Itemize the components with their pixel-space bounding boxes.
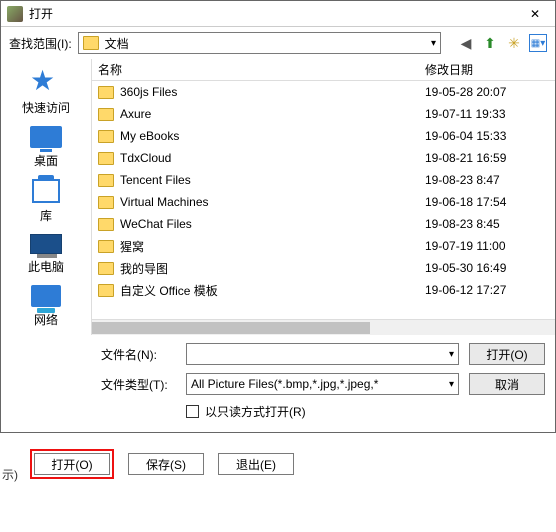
filename-field[interactable]: ▾ — [186, 343, 459, 365]
file-date: 19-08-21 16:59 — [425, 151, 555, 165]
filename-input[interactable] — [191, 347, 449, 361]
place-network[interactable]: 网络 — [10, 285, 82, 328]
folder-icon — [98, 130, 114, 143]
file-date: 19-07-19 11:00 — [425, 239, 555, 253]
file-name: My eBooks — [120, 129, 425, 143]
list-item[interactable]: 360js Files19-05-28 20:07 — [92, 81, 555, 103]
cancel-button[interactable]: 取消 — [469, 373, 545, 395]
folder-icon — [98, 152, 114, 165]
new-folder-icon[interactable]: ✳ — [505, 34, 523, 52]
list-item[interactable]: Virtual Machines19-06-18 17:54 — [92, 191, 555, 213]
file-date: 19-07-11 19:33 — [425, 107, 555, 121]
close-icon: ✕ — [530, 7, 540, 21]
folder-icon — [98, 218, 114, 231]
network-icon — [31, 285, 61, 307]
list-item[interactable]: TdxCloud19-08-21 16:59 — [92, 147, 555, 169]
list-item[interactable]: 我的导图19-05-30 16:49 — [92, 257, 555, 279]
file-name: TdxCloud — [120, 151, 425, 165]
library-icon — [32, 179, 60, 203]
up-icon[interactable]: ⬆ — [481, 34, 499, 52]
open-dialog: 打开 ✕ 查找范围(I): 文档 ▾ ◀ ⬆ ✳ ▦▾ ★ 快速访问 桌面 — [0, 0, 556, 433]
file-date: 19-05-28 20:07 — [425, 85, 555, 99]
file-name: Tencent Files — [120, 173, 425, 187]
list-item[interactable]: 猩窝19-07-19 11:00 — [92, 235, 555, 257]
file-date: 19-05-30 16:49 — [425, 261, 555, 275]
file-name: WeChat Files — [120, 217, 425, 231]
parent-window-toolbar: 打开(O) 保存(S) 退出(E) 示) — [0, 433, 556, 489]
back-icon[interactable]: ◀ — [457, 34, 475, 52]
filename-label: 文件名(N): — [101, 346, 176, 363]
place-this-pc[interactable]: 此电脑 — [10, 234, 82, 275]
chevron-down-icon: ▾ — [431, 38, 436, 49]
desktop-icon — [30, 126, 62, 148]
file-listing: 名称 修改日期 360js Files19-05-28 20:07Axure19… — [91, 59, 555, 335]
file-list[interactable]: 360js Files19-05-28 20:07Axure19-07-11 1… — [92, 81, 555, 319]
open-button-parent[interactable]: 打开(O) — [34, 453, 110, 475]
readonly-checkbox[interactable] — [186, 405, 199, 418]
chevron-down-icon[interactable]: ▾ — [449, 349, 454, 360]
folder-icon — [98, 262, 114, 275]
exit-button[interactable]: 退出(E) — [218, 453, 294, 475]
filetype-value: All Picture Files(*.bmp,*.jpg,*.jpeg,* — [191, 377, 378, 391]
open-button[interactable]: 打开(O) — [469, 343, 545, 365]
column-name[interactable]: 名称 — [98, 61, 425, 78]
scrollbar-thumb[interactable] — [92, 322, 370, 334]
bottom-controls: 文件名(N): ▾ 打开(O) 文件类型(T): All Picture Fil… — [1, 335, 555, 432]
place-desktop[interactable]: 桌面 — [10, 126, 82, 169]
app-icon — [7, 6, 23, 22]
file-name: 自定义 Office 模板 — [120, 282, 425, 299]
readonly-label: 以只读方式打开(R) — [205, 403, 306, 420]
hint-text: 示) — [2, 466, 18, 483]
toolbar: 查找范围(I): 文档 ▾ ◀ ⬆ ✳ ▦▾ — [1, 27, 555, 59]
filetype-label: 文件类型(T): — [101, 376, 176, 393]
file-name: Virtual Machines — [120, 195, 425, 209]
file-date: 19-06-04 15:33 — [425, 129, 555, 143]
save-button[interactable]: 保存(S) — [128, 453, 204, 475]
close-button[interactable]: ✕ — [515, 1, 555, 27]
list-item[interactable]: Tencent Files19-08-23 8:47 — [92, 169, 555, 191]
file-date: 19-06-18 17:54 — [425, 195, 555, 209]
view-menu-icon[interactable]: ▦▾ — [529, 34, 547, 52]
list-item[interactable]: My eBooks19-06-04 15:33 — [92, 125, 555, 147]
file-date: 19-06-12 17:27 — [425, 283, 555, 297]
folder-icon — [98, 284, 114, 297]
look-in-value: 文档 — [105, 35, 129, 52]
folder-icon — [98, 196, 114, 209]
file-name: 我的导图 — [120, 260, 425, 277]
pc-icon — [30, 234, 62, 254]
file-date: 19-08-23 8:47 — [425, 173, 555, 187]
folder-icon — [83, 36, 99, 50]
list-item[interactable]: WeChat Files19-08-23 8:45 — [92, 213, 555, 235]
file-name: 360js Files — [120, 85, 425, 99]
look-in-label: 查找范围(I): — [9, 35, 72, 52]
folder-icon — [98, 108, 114, 121]
file-date: 19-08-23 8:45 — [425, 217, 555, 231]
folder-icon — [98, 240, 114, 253]
filetype-dropdown[interactable]: All Picture Files(*.bmp,*.jpg,*.jpeg,* ▾ — [186, 373, 459, 395]
list-header: 名称 修改日期 — [92, 59, 555, 81]
list-item[interactable]: 自定义 Office 模板19-06-12 17:27 — [92, 279, 555, 301]
places-bar: ★ 快速访问 桌面 库 此电脑 网络 — [1, 59, 91, 335]
chevron-down-icon: ▾ — [449, 379, 454, 390]
titlebar: 打开 ✕ — [1, 1, 555, 27]
highlight-annotation: 打开(O) — [30, 449, 114, 479]
dialog-title: 打开 — [29, 5, 53, 22]
file-name: Axure — [120, 107, 425, 121]
horizontal-scrollbar[interactable] — [92, 319, 555, 335]
place-libraries[interactable]: 库 — [10, 179, 82, 224]
folder-icon — [98, 86, 114, 99]
folder-icon — [98, 174, 114, 187]
star-icon: ★ — [30, 67, 62, 95]
look-in-dropdown[interactable]: 文档 ▾ — [78, 32, 441, 54]
column-date[interactable]: 修改日期 — [425, 61, 555, 78]
place-quick-access[interactable]: ★ 快速访问 — [10, 67, 82, 116]
file-name: 猩窝 — [120, 238, 425, 255]
list-item[interactable]: Axure19-07-11 19:33 — [92, 103, 555, 125]
